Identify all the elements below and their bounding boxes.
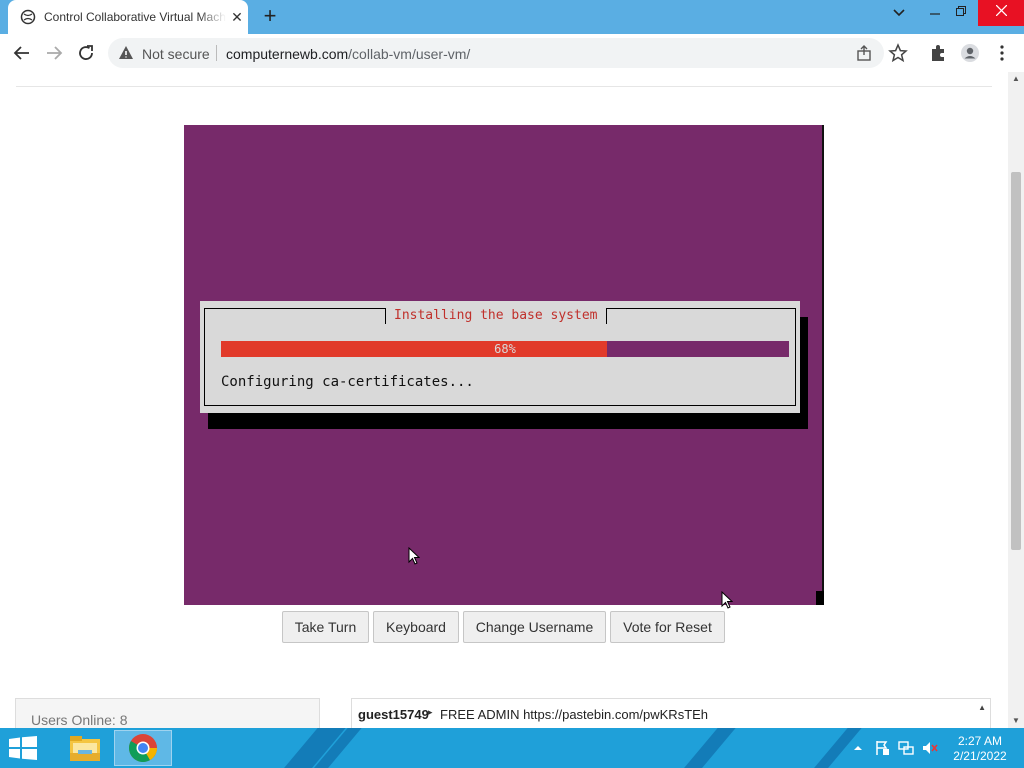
vm-display[interactable]: Installing the base system 68% Configuri… [184,125,824,609]
url-text[interactable]: computernewb.com/collab-vm/user-vm/ [226,46,470,62]
url-path: /collab-vm/user-vm/ [348,46,471,62]
chat-message: FREE ADMIN https://pastebin.com/pwKRsTEh [440,707,709,722]
scroll-down-icon[interactable]: ▼ [1008,714,1024,728]
page-content: Installing the base system 68% Configuri… [0,72,1008,728]
chrome-taskbar-button[interactable] [114,730,172,766]
remote-cursor-icon [721,591,733,609]
install-progress-bar: 68% [221,341,789,357]
puzzle-icon[interactable] [928,43,948,63]
chevron-down-icon [893,9,905,17]
tab-close-button[interactable]: ✕ [230,10,244,24]
scroll-thumb[interactable] [1011,172,1021,550]
chat-scroll-up-icon[interactable]: ▲ [978,703,986,712]
file-explorer-button[interactable] [56,730,114,766]
clock-time: 2:27 AM [957,734,1003,748]
vm-edge [822,125,824,605]
chat-username: guest15749 [358,707,429,722]
vote-reset-button[interactable]: Vote for Reset [610,611,725,643]
globe-icon [20,9,36,25]
system-clock[interactable]: 2:27 AM 2/21/2022 [944,734,1016,764]
close-window-button[interactable] [978,0,1024,26]
vm-corner [816,591,824,605]
speaker-muted-icon[interactable] [922,740,938,756]
mouse-cursor-icon [408,547,420,565]
scroll-up-icon[interactable]: ▲ [1008,72,1024,86]
windows-start-icon[interactable] [8,736,38,760]
page-divider [16,86,992,87]
progress-label: 68% [494,342,516,356]
new-tab-button[interactable]: + [260,5,280,27]
kebab-menu-icon[interactable] [992,43,1012,63]
clock-date: 2/21/2022 [953,749,1007,763]
restore-icon [956,6,966,16]
status-message: Configuring ca-certificates... [221,374,474,390]
minimize-icon [930,13,940,15]
security-label[interactable]: Not secure [142,46,210,62]
install-dialog: Installing the base system 68% Configuri… [200,301,800,413]
taskbar: 2:27 AM 2/21/2022 [0,728,1024,768]
close-icon [995,4,1007,17]
browser-title-bar: Control Collaborative Virtual Machine ✕ … [0,0,1024,34]
restore-button[interactable] [946,0,976,26]
chrome-icon [129,734,157,762]
take-turn-button[interactable]: Take Turn [282,611,369,643]
star-icon[interactable] [888,43,908,63]
flag-icon[interactable] [874,740,890,756]
back-arrow-icon[interactable] [12,43,32,63]
file-explorer-icon [70,736,100,761]
users-online-label: Users Online: 8 [31,712,128,728]
dialog-frame: Installing the base system 68% Configuri… [204,308,796,406]
chat-arrow-icon: ▸ [428,707,433,717]
reload-icon[interactable] [76,43,96,63]
keyboard-button[interactable]: Keyboard [373,611,459,643]
change-username-button[interactable]: Change Username [463,611,606,643]
dialog-title: Installing the base system [385,308,607,324]
taskbar-stripe [679,728,739,768]
network-icon[interactable] [898,740,914,756]
url-host: computernewb.com [226,46,349,62]
chat-panel[interactable]: guest15749 ▸ FREE ADMIN https://pastebin… [351,698,991,728]
tab-title: Control Collaborative Virtual Machine [44,10,226,24]
tray-up-arrow-icon[interactable] [850,740,866,756]
warning-icon [119,46,133,59]
browser-toolbar: Not secure computernewb.com/collab-vm/us… [0,34,1024,73]
forward-arrow-icon[interactable] [44,43,64,63]
tab-search-button[interactable] [884,0,914,26]
page-scrollbar[interactable]: ▲ ▼ [1008,72,1024,728]
share-icon[interactable] [856,45,872,61]
address-bar[interactable]: Not secure computernewb.com/collab-vm/us… [108,38,884,68]
browser-tab[interactable]: Control Collaborative Virtual Machine ✕ [8,0,248,34]
omnibox-divider [216,45,217,61]
users-panel: Users Online: 8 [15,698,320,728]
profile-icon[interactable] [960,43,980,63]
